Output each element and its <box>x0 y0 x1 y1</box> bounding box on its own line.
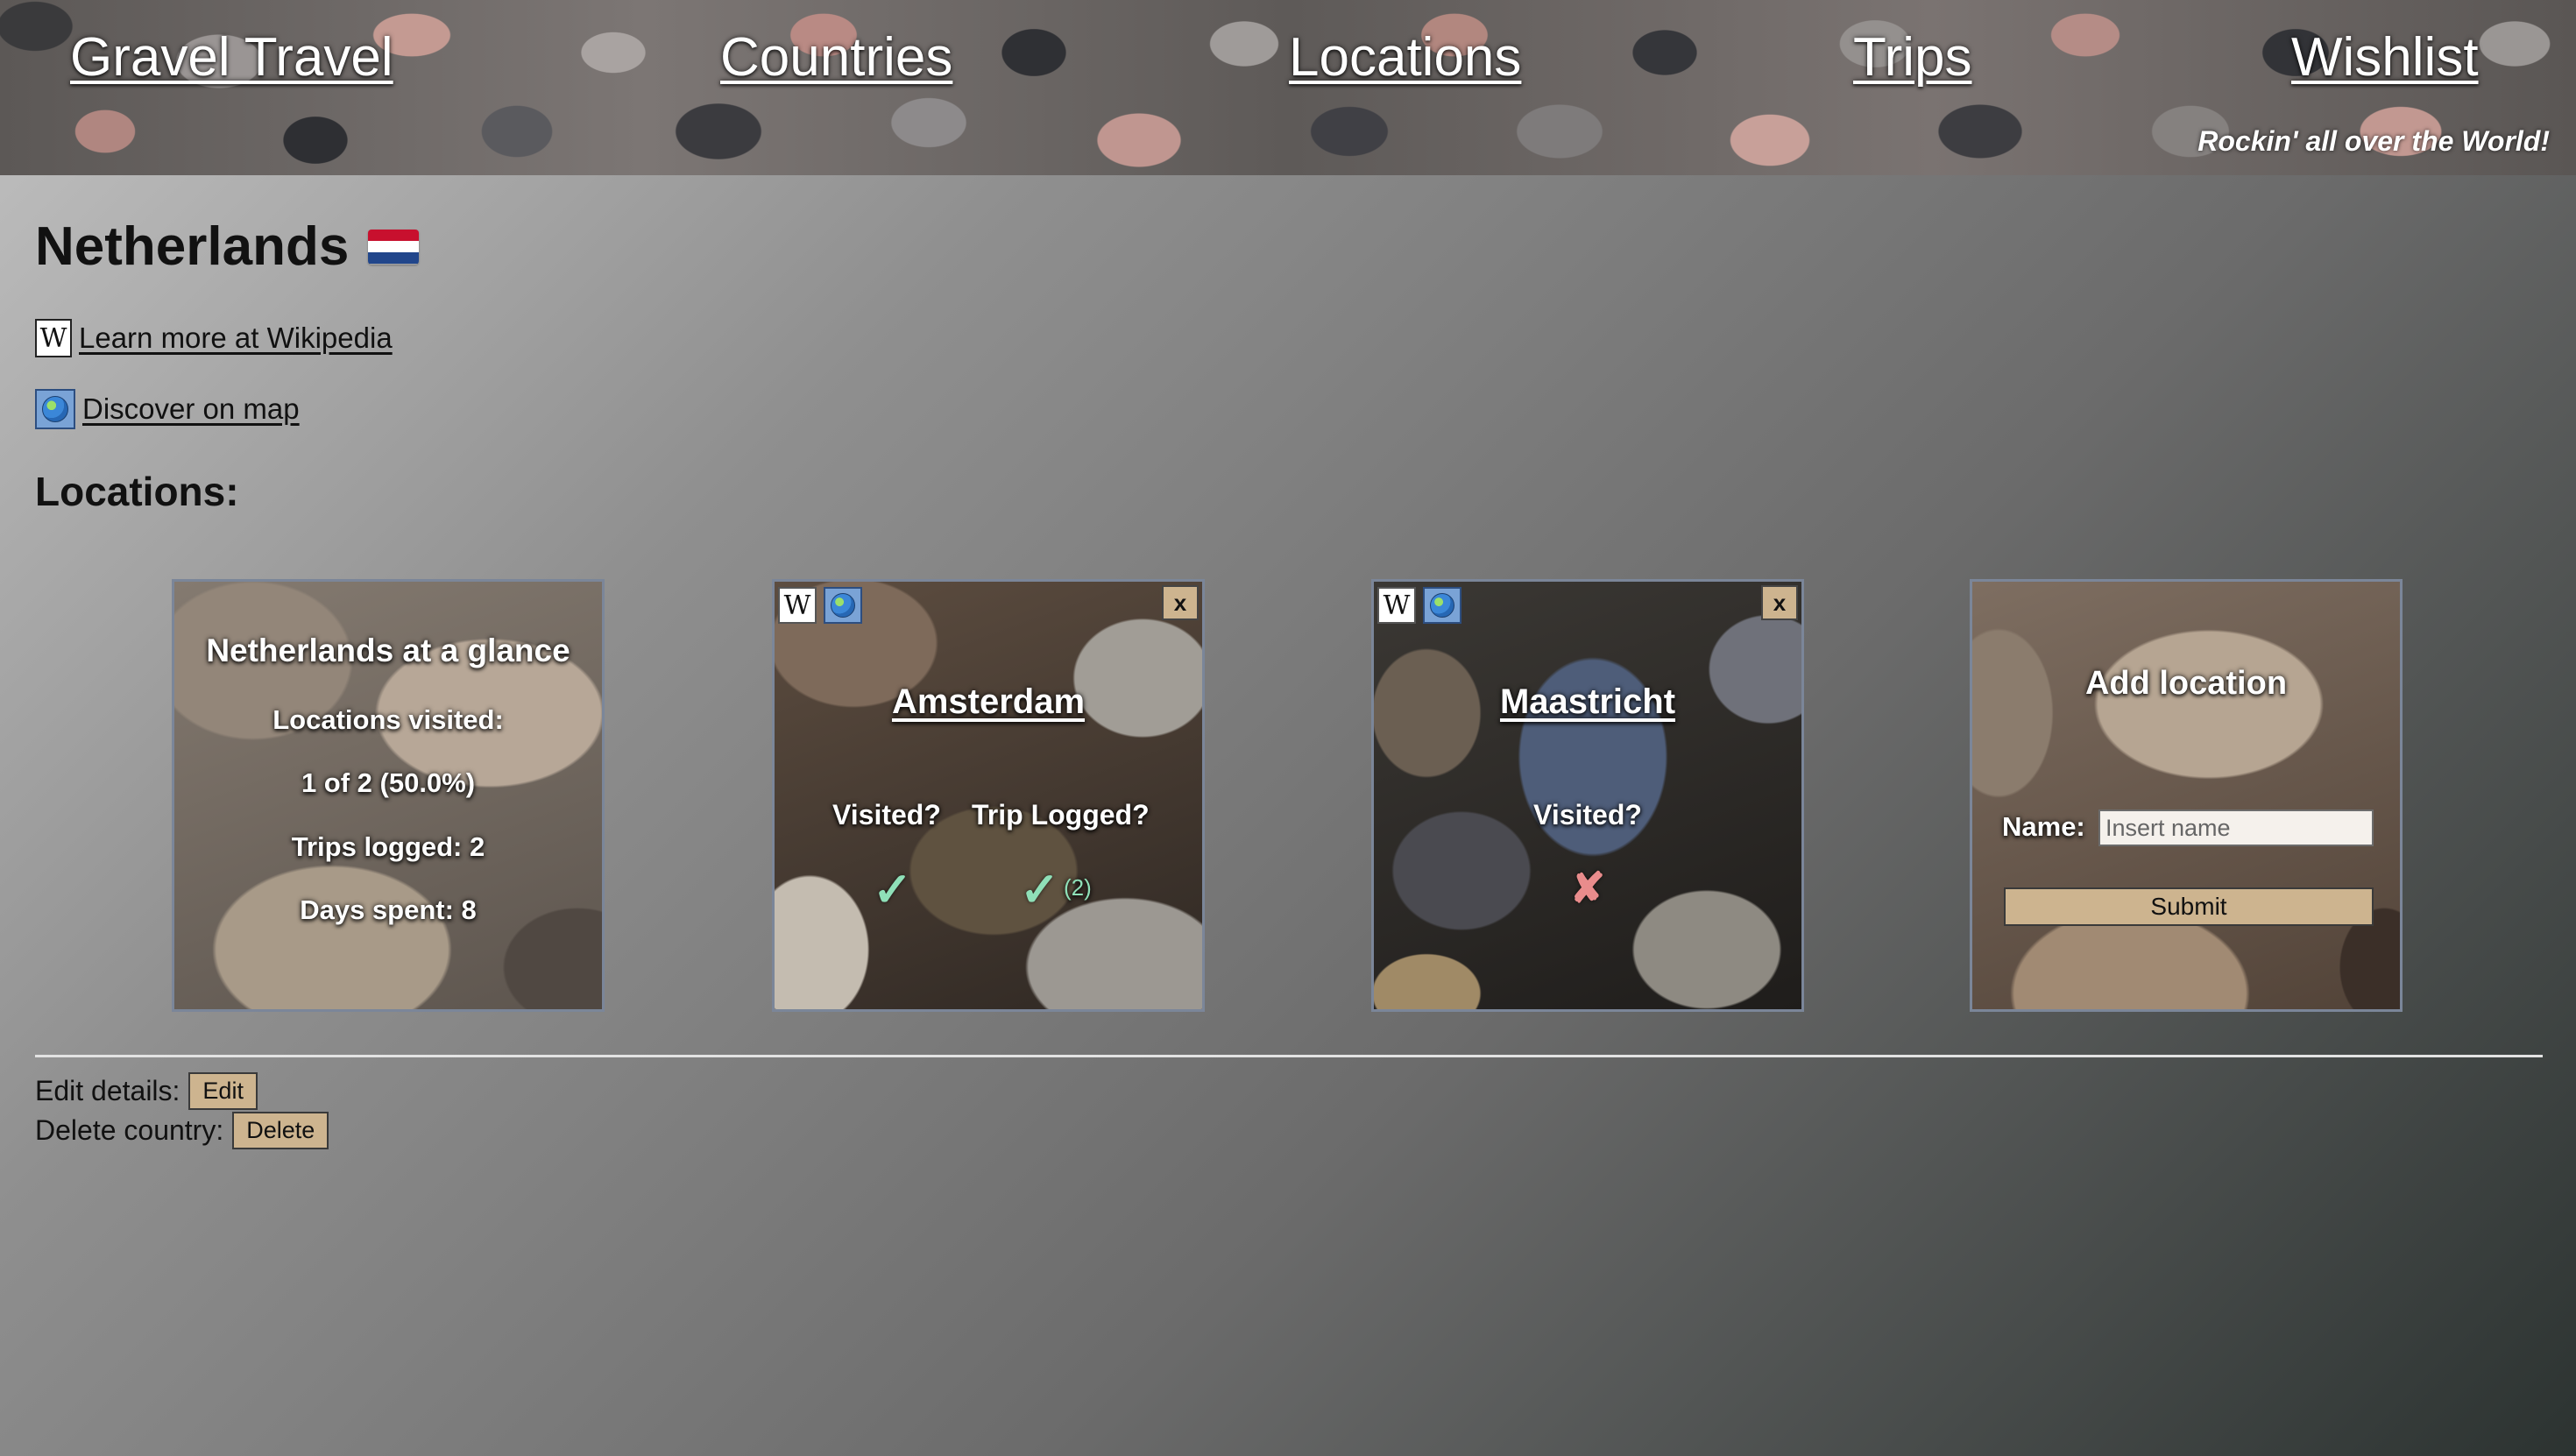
edit-row: Edit details: Edit <box>35 1072 258 1110</box>
maastricht-globe-icon[interactable] <box>1423 587 1461 624</box>
delete-button[interactable]: Delete <box>232 1112 329 1149</box>
divider <box>35 1055 2543 1057</box>
locations-heading: Locations: <box>35 469 239 514</box>
glance-visited-value: 1 of 2 (50.0%) <box>301 767 476 798</box>
tagline: Rockin' all over the World! <box>2197 125 2550 157</box>
maastricht-visited-cross-icon: ✘ <box>1569 866 1606 912</box>
wikipedia-icon[interactable]: W <box>35 319 72 357</box>
maastricht-close-button[interactable]: x <box>1761 585 1798 620</box>
amsterdam-globe-icon[interactable] <box>824 587 862 624</box>
map-link[interactable]: Discover on map <box>82 392 300 426</box>
country-name: Netherlands <box>35 216 350 277</box>
nav-countries[interactable]: Countries <box>720 26 952 88</box>
amsterdam-trip-check-icon: ✓ <box>1020 864 1060 916</box>
name-label: Name: <box>2002 811 2085 842</box>
glance-days: Days spent: 8 <box>300 894 477 925</box>
amsterdam-visited-check-icon: ✓ <box>873 864 913 916</box>
nav-locations[interactable]: Locations <box>1289 26 1521 88</box>
location-card-maastricht: W x Maastricht Visited? ✘ <box>1371 579 1804 1012</box>
amsterdam-trip-count: (2) <box>1064 874 1092 901</box>
globe-icon[interactable] <box>35 389 75 429</box>
maastricht-visited-label: Visited? <box>1533 799 1642 830</box>
netherlands-flag-icon <box>368 229 420 265</box>
edit-details-label: Edit details: <box>35 1075 180 1106</box>
location-card-amsterdam: W x Amsterdam Visited? Trip Logged? ✓ ✓ … <box>772 579 1205 1012</box>
delete-country-label: Delete country: <box>35 1114 224 1146</box>
amsterdam-wikipedia-icon[interactable]: W <box>778 587 817 624</box>
maastricht-link[interactable]: Maastricht <box>1500 682 1675 721</box>
add-location-card: Add location Name: Submit <box>1970 579 2403 1012</box>
amsterdam-visited-label: Visited? <box>832 799 941 830</box>
nav-wishlist[interactable]: Wishlist <box>2291 26 2479 88</box>
nav-home-brand[interactable]: Gravel Travel <box>70 26 393 88</box>
wikipedia-link[interactable]: Learn more at Wikipedia <box>79 322 393 355</box>
submit-button[interactable]: Submit <box>2004 887 2374 926</box>
add-location-title: Add location <box>2084 665 2288 702</box>
delete-row: Delete country: Delete <box>35 1112 329 1149</box>
maastricht-wikipedia-icon[interactable]: W <box>1377 587 1416 624</box>
amsterdam-trip-label: Trip Logged? <box>972 799 1150 830</box>
page-title: Netherlands <box>35 216 420 278</box>
wikipedia-link-row: W Learn more at Wikipedia <box>35 319 393 357</box>
glance-title: Netherlands at a glance <box>206 633 570 668</box>
amsterdam-link[interactable]: Amsterdam <box>892 682 1085 721</box>
glance-trips: Trips logged: 2 <box>291 831 485 862</box>
glance-card: Netherlands at a glance Locations visite… <box>172 579 605 1012</box>
header-banner: Gravel Travel Countries Locations Trips … <box>0 0 2576 175</box>
edit-button[interactable]: Edit <box>188 1072 258 1110</box>
amsterdam-close-button[interactable]: x <box>1162 585 1199 620</box>
nav-trips[interactable]: Trips <box>1853 26 1971 88</box>
map-link-row: Discover on map <box>35 389 300 429</box>
location-name-input[interactable] <box>2098 809 2374 846</box>
glance-visited-label: Locations visited: <box>272 704 504 735</box>
